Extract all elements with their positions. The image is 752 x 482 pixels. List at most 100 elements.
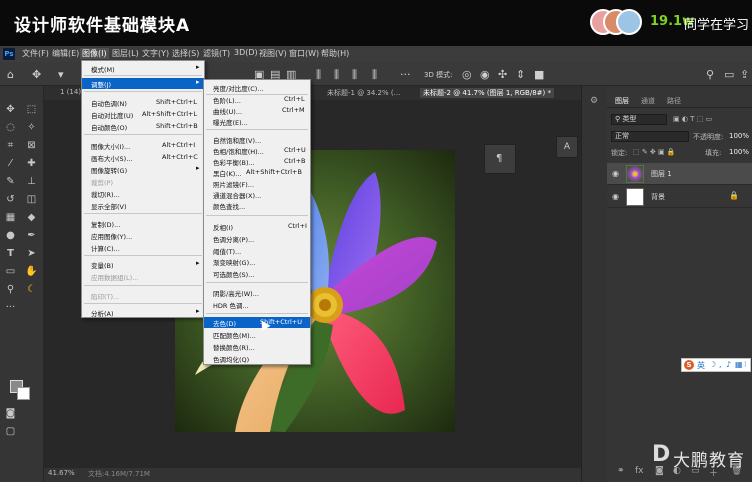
menu-item-exposure[interactable]: 曝光度(E)...: [204, 116, 310, 127]
3d-roll-icon[interactable]: ◉: [480, 68, 490, 81]
menu-item-shadows-highlights[interactable]: 阴影/高光(W)...: [204, 287, 310, 298]
layer-name[interactable]: 图层 1: [651, 169, 672, 179]
menu-item-trim[interactable]: 裁切(R)...: [82, 188, 204, 199]
zoom-tool-icon[interactable]: ⚲: [3, 282, 18, 297]
move-tool-icon[interactable]: ✥: [3, 102, 18, 117]
lasso-tool-icon[interactable]: ◌: [3, 120, 18, 135]
tab-doc-2[interactable]: 未标题-1 @ 34.2% (...: [327, 88, 400, 98]
menu-item-levels[interactable]: 色阶(L)... Ctrl+L: [204, 94, 310, 105]
ime-menu-icon[interactable]: ⁝: [744, 360, 747, 369]
menu-item-hdr-toning[interactable]: HDR 色调...: [204, 299, 310, 310]
3d-drag-icon[interactable]: ✣: [498, 68, 507, 81]
3d-rotate-icon[interactable]: ◎: [462, 68, 472, 81]
history-brush-icon[interactable]: ↺: [3, 192, 18, 207]
menu-item-photo-filter[interactable]: 照片滤镜(F)...: [204, 178, 310, 189]
search-icon[interactable]: ⚲: [706, 68, 714, 81]
menu-filter[interactable]: 滤镜(T): [203, 48, 230, 59]
properties-icon[interactable]: ⚙: [590, 96, 598, 106]
menu-item-color-balance[interactable]: 色彩平衡(B)... Ctrl+B: [204, 156, 310, 167]
crop-tool-icon[interactable]: ⌗: [3, 138, 18, 153]
ime-mic-icon[interactable]: ♪: [726, 360, 731, 369]
eyedropper-icon[interactable]: ⁄: [3, 156, 18, 171]
menu-item-curves[interactable]: 曲线(U)... Ctrl+M: [204, 105, 310, 116]
menu-item-posterize[interactable]: 色调分离(P)...: [204, 233, 310, 244]
menu-item-channel-mixer[interactable]: 通道混合器(X)...: [204, 189, 310, 200]
filter-kind-select[interactable]: ⚲ 类型: [611, 114, 667, 125]
menu-view[interactable]: 视图(V): [259, 48, 287, 59]
opacity-value[interactable]: 100%: [729, 132, 749, 140]
home-icon[interactable]: ⌂: [7, 68, 14, 81]
menu-item-image-size[interactable]: 图像大小(I)... Alt+Ctrl+I: [82, 140, 204, 151]
floating-panel[interactable]: ¶: [484, 144, 516, 174]
3d-scale-icon[interactable]: ■: [534, 68, 544, 81]
menu-layer[interactable]: 图层(L): [112, 48, 139, 59]
menu-item-adjustments[interactable]: 调整(J) ▸: [82, 78, 204, 89]
blend-mode-select[interactable]: 正常: [611, 131, 689, 142]
hand-tool-icon[interactable]: ✋: [24, 264, 39, 279]
lock-icons[interactable]: ⬚ ✎ ✥ ▣ 🔒: [633, 148, 676, 156]
filter-icons[interactable]: ▣ ◐ T ⬚ ▭: [673, 115, 712, 123]
menu-item-vibrance[interactable]: 自然饱和度(V)...: [204, 134, 310, 145]
screen-mode-icon[interactable]: ▢: [3, 424, 18, 439]
menu-item-apply-data-set[interactable]: 应用数据组(L)...: [82, 271, 204, 282]
fx-icon[interactable]: fx: [635, 466, 644, 476]
menu-item-crop[interactable]: 裁剪(P): [82, 176, 204, 187]
menu-item-hue-saturation[interactable]: 色相/饱和度(H)... Ctrl+U: [204, 145, 310, 156]
menu-select[interactable]: 选择(S): [172, 48, 199, 59]
brush-tool-icon[interactable]: ✎: [3, 174, 18, 189]
menu-image[interactable]: 图像(I): [80, 48, 109, 59]
link-layers-icon[interactable]: ⚭: [617, 466, 625, 476]
menu-item-match-color[interactable]: 匹配颜色(M)...: [204, 329, 310, 340]
visibility-eye-icon[interactable]: ◉: [612, 192, 619, 201]
healing-brush-icon[interactable]: ✚: [24, 156, 39, 171]
tab-paths[interactable]: 路径: [667, 96, 681, 106]
tab-layers[interactable]: 图层: [615, 96, 629, 106]
move-tool-icon[interactable]: ✥: [32, 68, 41, 81]
distribute-icon[interactable]: ⫼: [334, 68, 339, 82]
magic-wand-icon[interactable]: ✧: [24, 120, 39, 135]
menu-item-mode[interactable]: 模式(M) ▸: [82, 63, 204, 74]
add-mask-icon[interactable]: ◙: [655, 466, 664, 476]
banana-icon[interactable]: ☾: [24, 282, 39, 297]
gradient-tool-icon[interactable]: ▦: [3, 210, 18, 225]
type-tool-icon[interactable]: T: [3, 246, 18, 261]
quick-mask-icon[interactable]: ◙: [3, 406, 18, 421]
distribute-icon[interactable]: ⫼: [352, 68, 357, 82]
background-color-swatch[interactable]: [17, 387, 30, 400]
fill-value[interactable]: 100%: [729, 148, 749, 156]
3d-slide-icon[interactable]: ⇕: [516, 68, 525, 81]
menu-help[interactable]: 帮助(H): [321, 48, 349, 59]
menu-item-auto-color[interactable]: 自动颜色(O) Shift+Ctrl+B: [82, 121, 204, 132]
zoom-level[interactable]: 41.67%: [48, 469, 75, 477]
path-selection-icon[interactable]: ➤: [24, 246, 39, 261]
menu-item-image-rotation[interactable]: 图像旋转(G) ▸: [82, 164, 204, 175]
menu-item-invert[interactable]: 反相(I) Ctrl+I: [204, 221, 310, 232]
rectangle-tool-icon[interactable]: ▭: [3, 264, 18, 279]
menu-item-trap[interactable]: 陷印(T)...: [82, 290, 204, 301]
menu-item-color-lookup[interactable]: 颜色查找...: [204, 200, 310, 211]
layer-name[interactable]: 背景: [651, 192, 665, 202]
share-icon[interactable]: ⇪: [740, 68, 749, 81]
distribute-icon[interactable]: ⫼: [316, 68, 321, 82]
eraser-tool-icon[interactable]: ◫: [24, 192, 39, 207]
more-icon[interactable]: ···: [400, 68, 411, 81]
visibility-eye-icon[interactable]: ◉: [612, 169, 619, 178]
menu-item-brightness-contrast[interactable]: 亮度/对比度(C)...: [204, 82, 310, 93]
menu-item-threshold[interactable]: 阈值(T)...: [204, 245, 310, 256]
menu-item-variables[interactable]: 变量(B) ▸: [82, 259, 204, 270]
ime-keyboard-icon[interactable]: ▦: [735, 360, 743, 369]
frame-tool-icon[interactable]: ⊠: [24, 138, 39, 153]
workspace-icon[interactable]: ▭: [724, 68, 734, 81]
menu-type[interactable]: 文字(Y): [142, 48, 169, 59]
dropdown-icon[interactable]: ▾: [58, 68, 64, 81]
menu-item-black-white[interactable]: 黑白(K)... Alt+Shift+Ctrl+B: [204, 167, 310, 178]
blur-tool-icon[interactable]: ◆: [24, 210, 39, 225]
ime-punct-icon[interactable]: ,: [719, 360, 722, 369]
marquee-tool-icon[interactable]: ⬚: [24, 102, 39, 117]
menu-file[interactable]: 文件(F): [22, 48, 49, 59]
menu-item-equalize[interactable]: 色调均化(Q): [204, 353, 310, 364]
pen-tool-icon[interactable]: ✒: [24, 228, 39, 243]
character-panel-icon[interactable]: A: [556, 136, 578, 158]
menu-item-canvas-size[interactable]: 画布大小(S)... Alt+Ctrl+C: [82, 152, 204, 163]
tab-doc-3[interactable]: 未标题-2 @ 41.7% (图层 1, RGB/8#) *: [420, 88, 554, 98]
